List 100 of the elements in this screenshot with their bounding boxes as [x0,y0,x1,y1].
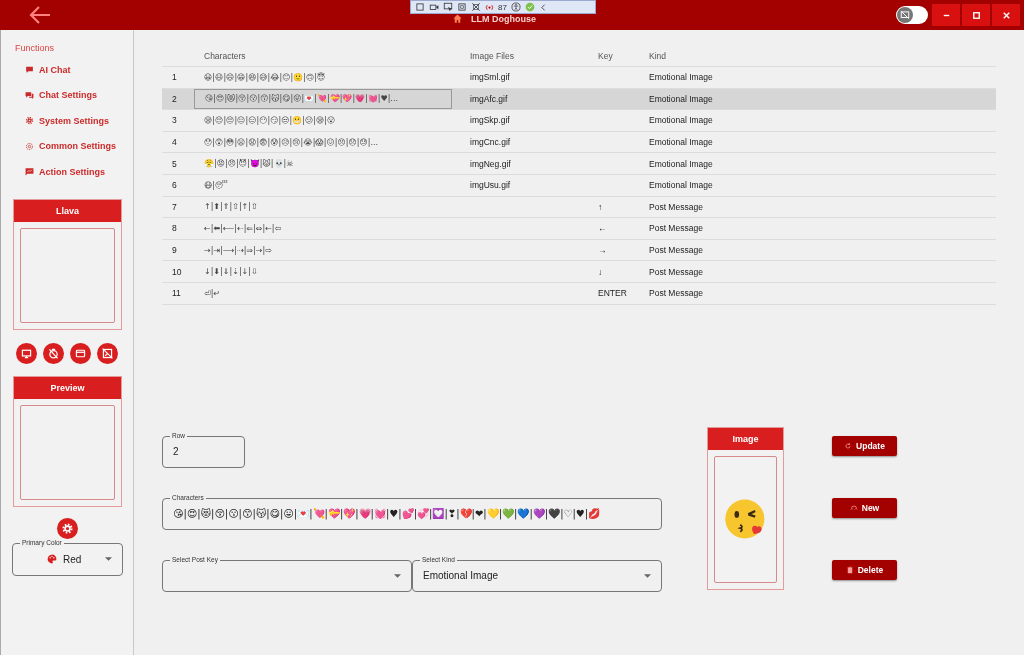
refresh-icon [844,441,853,450]
column-header: Image Files [469,50,515,61]
tool-button[interactable] [70,342,91,364]
action-button[interactable]: New [832,497,897,518]
table-cell-text: 😪|😌|😔|😐|😑|😶|😏|😒|😬|😕|😪|😮 [203,116,337,125]
row-number: 8 [171,223,178,234]
action-button[interactable]: Delete [832,559,897,580]
dropdown-caret-icon [105,557,112,561]
camera-icon[interactable] [429,2,439,12]
nav-item[interactable]: AI Chat [13,57,121,83]
row-number: 5 [171,158,178,169]
tool-button[interactable] [97,342,118,364]
table-cell-text: 😤|😡|😠|😈|👿|😾|💀|☠ [203,159,295,169]
cursor-icon[interactable] [443,2,453,12]
panel-header: Preview [14,376,121,399]
table-row[interactable]: 3 😪|😌|😔|😐|😑|😶|😏|😒|😬|😕|😪|😮 imgSkp.gif Emotional Image [162,110,996,132]
home-icon [452,13,463,24]
row-number: 1 [171,72,178,83]
action-button[interactable]: Update [832,435,897,456]
table-cell-text: ← [597,223,608,234]
column-header: Key [597,50,614,61]
table-cell-text: Post Message [648,201,704,212]
table-cell-text: Emotional Image [648,137,714,148]
timer-off-icon [47,346,60,360]
row-number: 10 [171,266,183,277]
table-cell-text: Emotional Image [648,158,714,169]
nav-item[interactable]: System Settings [13,108,121,134]
table-row[interactable]: 11 ⏎|↵ ENTER Post Message [162,282,996,305]
field-value: 2 [173,446,180,458]
nav-item[interactable]: Chat Settings [13,82,121,108]
maximize-button[interactable] [962,4,990,26]
table-cell-text: imgSml.gif [469,72,511,83]
table-cell-text: Emotional Image [648,72,714,83]
row-number: 6 [171,180,178,191]
section-heading: Functions [15,43,56,53]
table-cell-text: → [597,245,608,256]
table-row[interactable]: 6 😷|😴 imgUsu.gif Emotional Image [162,174,996,197]
field-value: Emotional Image [423,570,500,582]
table-cell-text: imgSkp.gif [469,115,511,126]
table-cell-text: Emotional Image [648,93,714,104]
table-cell-text: Post Message [648,245,704,256]
row-number: 11 [171,288,182,299]
fps-counter: 87 [498,2,507,12]
table-cell-text: 😷|😴 [203,180,229,190]
tool-button[interactable] [43,342,64,364]
close-button[interactable] [992,4,1020,26]
nav-item[interactable]: Common Settings [13,133,121,159]
dropdown-caret-icon [644,573,651,578]
table-cell-text: ⏎|↵ [203,288,222,298]
inspect-icon[interactable] [415,2,425,12]
settings-icon [60,521,74,535]
tool-button[interactable] [16,342,37,364]
table-row[interactable]: 7 ↑|⬆|⇑|⇧|↑|⇧ ↑ Post Message [162,196,996,219]
table-cell-text: Emotional Image [648,115,714,126]
collapse-icon[interactable] [538,2,548,12]
table-cell-text: imgNeg.gif [469,158,512,169]
table-cell-text: imgCnc.gif [469,137,512,148]
settings-button[interactable] [56,517,78,539]
table-cell-text: Post Message [648,266,704,277]
table-cell-text: ↓ [597,266,604,277]
window-title: LLM Doghouse [471,13,536,24]
screen-off-icon [900,10,910,20]
trash-icon [845,565,854,574]
table-cell-text: ENTER [597,288,628,299]
field-value: 😘|😍|😻|😚|😗|😙|😽|😋|😛|💌|💘|💝|💖|💗|💓|♥|💕|💞|💟|❣|💔|❤|💛|💚|💙|💜|🖤|♡|♥|💋 [173,508,602,520]
table-row[interactable]: 2 😘|😍|😻|😚|😗|😙|😽|😋|😛|💌|💘|💝|💖|💗|💓|♥|... imgAfc.gif Emotional Image [162,88,996,111]
frame-icon[interactable] [457,2,467,12]
chat-bubbles-icon [25,90,34,100]
table-cell-text: ↓|⬇|⇓|⇣|↓|⇩ [203,267,259,277]
layout-icon[interactable] [471,2,481,12]
table-row[interactable]: 5 😤|😡|😠|😈|👿|😾|💀|☠ imgNeg.gif Emotional Image [162,153,996,175]
table-row[interactable]: 8 ←|⬅|⟵|⇠|⇐|⇔|←|⇦ ← Post Message [162,218,996,240]
table-cell-text: Post Message [648,288,704,299]
table-row[interactable]: 9 →|⇥|⟶|⇢|⇒|→|⇨ → Post Message [162,239,996,262]
table-row[interactable]: 1 😀|😃|😄|😁|😆|😅|😂|😊|🙂|🙃|😇 imgSml.gif Emotional Image [162,67,996,89]
table-cell-text: ↑ [597,201,604,212]
table-row[interactable]: 10 ↓|⬇|⇓|⇣|↓|⇩ ↓ Post Message [162,261,996,283]
chat-bubble-icon [25,65,34,75]
dropdown-caret-icon [394,573,401,578]
image-off-icon [101,346,114,360]
panel-header: Llava [14,199,121,222]
row-number: 4 [171,137,178,148]
row-number: 9 [171,245,178,256]
column-header: Kind [648,50,667,61]
table-row[interactable]: 4 😯|😲|😳|😦|😧|😨|😰|😥|😢|😭|😱|😖|😣|😞|😓|... imgCnc.gif Emotional Image [162,131,996,154]
table-cell-text: Post Message [648,223,704,234]
back-arrow-icon[interactable] [28,5,52,25]
table-cell-text: ↑|⬆|⇑|⇧|↑|⇧ [203,202,259,212]
table-cell-text: 😀|😃|😄|😁|😆|😅|😂|😊|🙂|🙃|😇 [203,72,327,82]
row-number: 2 [171,93,178,104]
table-cell: 😘|😍|😻|😚|😗|😙|😽|😋|😛|💌|💘|💝|💖|💗|💓|♥|... [194,88,452,109]
check-icon[interactable] [524,2,535,12]
accessibility-icon[interactable] [510,2,521,12]
row-number: 3 [171,115,178,126]
nav-item[interactable]: Action Settings [13,159,121,185]
table-cell-text: imgUsu.gif [469,180,512,191]
table-cell-text: imgAfc.gif [469,93,509,104]
table-cell-text: →|⇥|⟶|⇢|⇒|→|⇨ [203,245,273,255]
cog-icon [25,141,34,151]
broadcast-icon [485,2,494,12]
